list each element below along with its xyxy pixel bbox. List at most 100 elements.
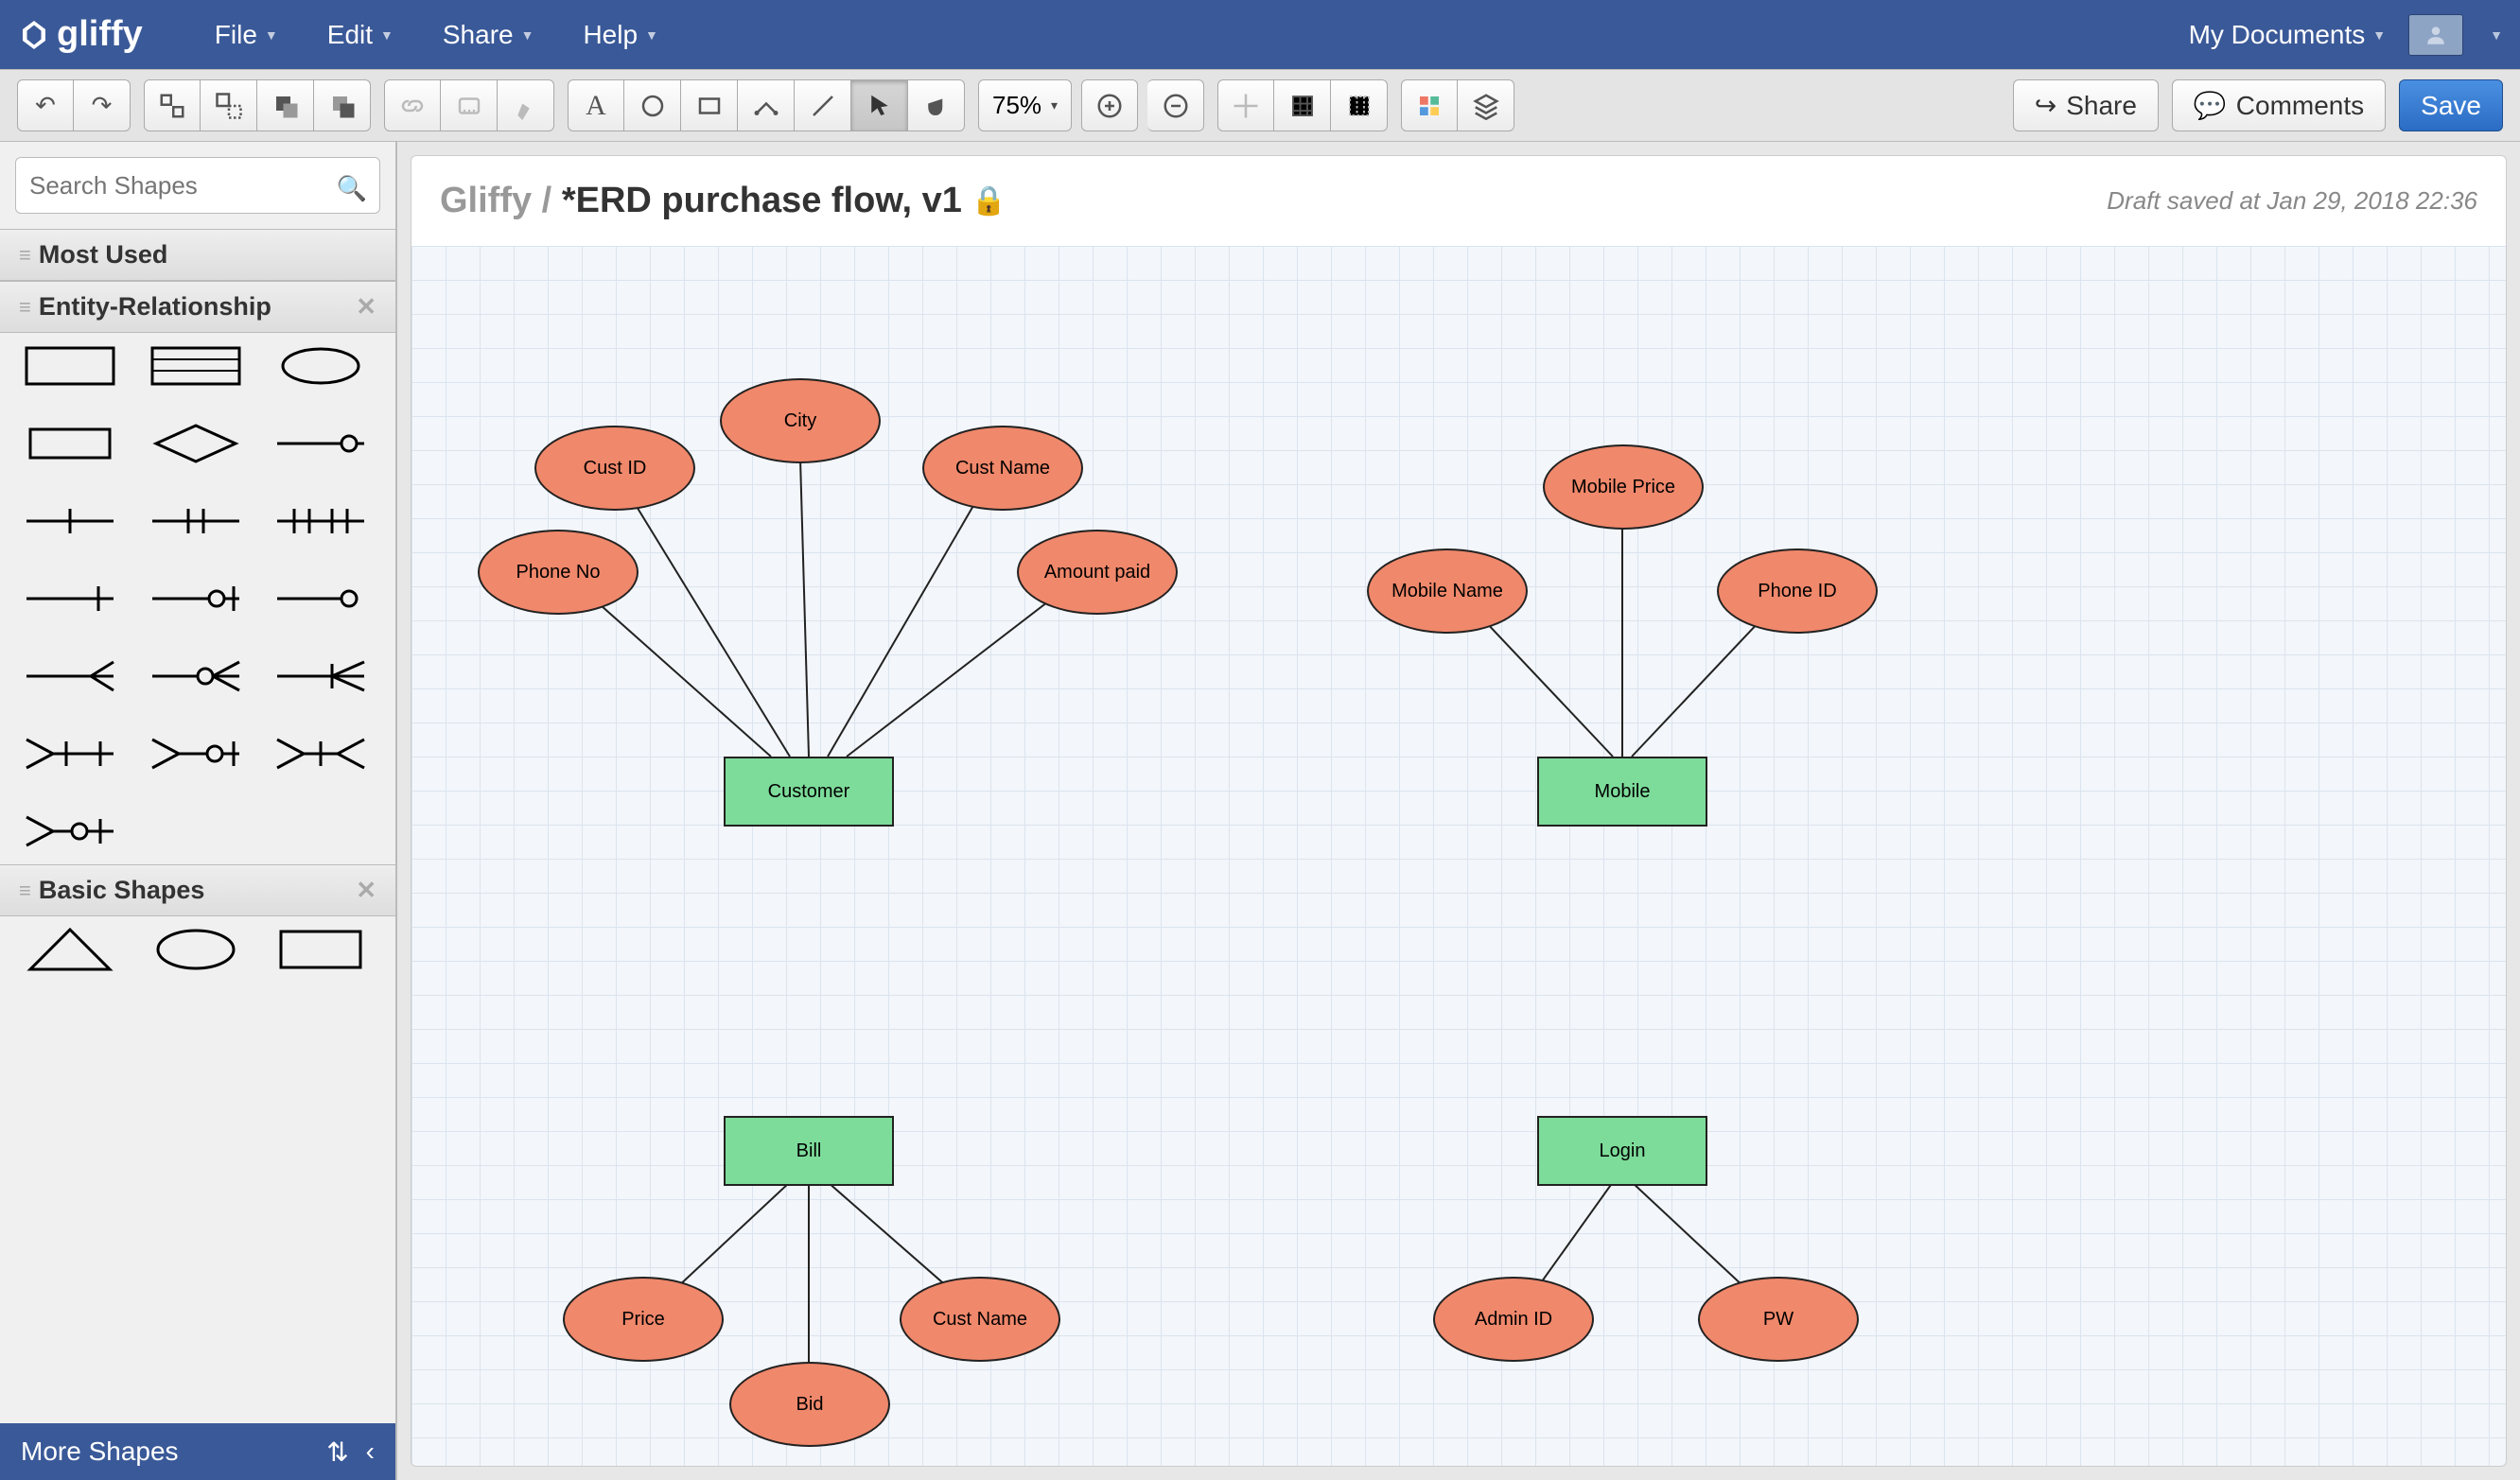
attr-price[interactable]: Price bbox=[563, 1277, 724, 1362]
attr-cust-id[interactable]: Cust ID bbox=[534, 426, 695, 511]
shape-entity[interactable] bbox=[25, 342, 115, 390]
attr-cust-name-2[interactable]: Cust Name bbox=[900, 1277, 1060, 1362]
my-documents[interactable]: My Documents▼ bbox=[2189, 20, 2387, 50]
avatar-icon bbox=[2424, 23, 2448, 47]
attr-amount-paid[interactable]: Amount paid bbox=[1017, 530, 1178, 615]
line-icon bbox=[809, 92, 837, 120]
menu-help[interactable]: Help▼ bbox=[583, 20, 657, 50]
collapse-sidebar-icon[interactable]: ‹ bbox=[366, 1436, 375, 1468]
shape-relationship[interactable] bbox=[150, 420, 241, 467]
grid-button[interactable] bbox=[1274, 79, 1331, 131]
save-button[interactable]: Save bbox=[2399, 79, 2503, 131]
guides-button[interactable] bbox=[1331, 79, 1388, 131]
send-back-button[interactable] bbox=[257, 79, 314, 131]
pointer-icon bbox=[866, 92, 894, 120]
shape-conn-crow-o-one[interactable] bbox=[25, 808, 115, 855]
zoom-in-button[interactable] bbox=[1081, 79, 1138, 131]
connector-icon bbox=[752, 92, 780, 120]
shape-weak-entity[interactable] bbox=[25, 420, 115, 467]
more-shapes-link[interactable]: More Shapes bbox=[21, 1436, 179, 1467]
theme-icon bbox=[1415, 92, 1444, 120]
shape-conn-plus[interactable] bbox=[25, 575, 115, 622]
shape-conn-zero[interactable] bbox=[275, 575, 366, 622]
document-title[interactable]: *ERD purchase flow, v1 bbox=[562, 181, 962, 220]
group-button[interactable] bbox=[144, 79, 201, 131]
chevron-down-icon: ▼ bbox=[645, 27, 658, 43]
attr-city[interactable]: City bbox=[720, 378, 881, 463]
panel-most-used[interactable]: ≡ Most Used bbox=[0, 229, 395, 281]
rect-tool-button[interactable] bbox=[681, 79, 738, 131]
chevron-down-icon: ▼ bbox=[521, 27, 534, 43]
shape-conn-o-one[interactable] bbox=[150, 575, 241, 622]
undo-button[interactable]: ↶ bbox=[17, 79, 74, 131]
ungroup-button[interactable] bbox=[201, 79, 257, 131]
rect-icon bbox=[695, 92, 724, 120]
snap-icon bbox=[1232, 92, 1260, 120]
entity-customer[interactable]: Customer bbox=[724, 757, 894, 827]
shape-conn-one-one[interactable] bbox=[150, 497, 241, 545]
grip-icon: ≡ bbox=[19, 879, 27, 903]
menu-file[interactable]: File▼ bbox=[215, 20, 278, 50]
collapse-icon[interactable]: ⇅ bbox=[326, 1436, 348, 1468]
panel-basic-shapes[interactable]: ≡ Basic Shapes ✕ bbox=[0, 864, 395, 916]
attr-pw[interactable]: PW bbox=[1698, 1277, 1859, 1362]
user-avatar[interactable] bbox=[2408, 14, 2463, 56]
hand-icon bbox=[922, 92, 951, 120]
menu-edit[interactable]: Edit▼ bbox=[327, 20, 394, 50]
main-content: 🔍 ≡ Most Used ≡ Entity-Relationship ✕ bbox=[0, 142, 2520, 1480]
shape-conn-one[interactable] bbox=[25, 497, 115, 545]
clear-format-button[interactable] bbox=[498, 79, 554, 131]
popup-button[interactable] bbox=[441, 79, 498, 131]
shape-conn-o-crow-l[interactable] bbox=[150, 730, 241, 777]
attr-admin-id[interactable]: Admin ID bbox=[1433, 1277, 1594, 1362]
entity-mobile[interactable]: Mobile bbox=[1537, 757, 1707, 827]
text-tool-button[interactable]: A bbox=[568, 79, 624, 131]
pan-tool-button[interactable] bbox=[908, 79, 965, 131]
shape-entity-row[interactable] bbox=[150, 342, 241, 390]
select-tool-button[interactable] bbox=[851, 79, 908, 131]
ellipse-tool-button[interactable] bbox=[624, 79, 681, 131]
canvas-header: Gliffy / *ERD purchase flow, v1 🔒 Draft … bbox=[411, 155, 2507, 246]
shape-ellipse[interactable] bbox=[150, 926, 241, 973]
attr-phone-no[interactable]: Phone No bbox=[478, 530, 639, 615]
gliffy-logo-icon bbox=[17, 18, 51, 52]
entity-bill[interactable]: Bill bbox=[724, 1116, 894, 1186]
redo-button[interactable]: ↷ bbox=[74, 79, 131, 131]
menu-share[interactable]: Share▼ bbox=[443, 20, 534, 50]
shape-conn-many-one[interactable] bbox=[275, 497, 366, 545]
group-icon bbox=[158, 92, 186, 120]
attr-cust-name[interactable]: Cust Name bbox=[922, 426, 1083, 511]
shape-attribute[interactable] bbox=[275, 342, 366, 390]
theme-button[interactable] bbox=[1401, 79, 1458, 131]
entity-login[interactable]: Login bbox=[1537, 1116, 1707, 1186]
zoom-out-button[interactable] bbox=[1147, 79, 1204, 131]
link-button[interactable] bbox=[384, 79, 441, 131]
close-icon[interactable]: ✕ bbox=[356, 292, 376, 322]
attr-bid[interactable]: Bid bbox=[729, 1362, 890, 1447]
shape-conn-crow-o[interactable] bbox=[150, 653, 241, 700]
attr-mobile-price[interactable]: Mobile Price bbox=[1543, 444, 1704, 530]
search-input[interactable] bbox=[15, 157, 380, 214]
shape-conn-oo[interactable] bbox=[275, 420, 366, 467]
shape-conn-crow[interactable] bbox=[25, 653, 115, 700]
canvas[interactable]: Customer Phone No Cust ID City Cust Name… bbox=[411, 246, 2507, 1467]
comments-button[interactable]: 💬Comments bbox=[2172, 79, 2386, 131]
shape-conn-one-crow-l[interactable] bbox=[25, 730, 115, 777]
shape-conn-crow-crow[interactable] bbox=[275, 730, 366, 777]
attr-mobile-name[interactable]: Mobile Name bbox=[1367, 548, 1528, 634]
snap-button[interactable] bbox=[1217, 79, 1274, 131]
clear-format-icon bbox=[512, 92, 540, 120]
shape-conn-crow-one[interactable] bbox=[275, 653, 366, 700]
zoom-select[interactable]: 75%▾ bbox=[978, 79, 1072, 131]
ungroup-icon bbox=[215, 92, 243, 120]
shape-rectangle[interactable] bbox=[275, 926, 366, 973]
share-button[interactable]: ↪Share bbox=[2013, 79, 2159, 131]
line-tool-button[interactable] bbox=[795, 79, 851, 131]
panel-entity-relationship[interactable]: ≡ Entity-Relationship ✕ bbox=[0, 281, 395, 333]
bring-front-button[interactable] bbox=[314, 79, 371, 131]
attr-phone-id[interactable]: Phone ID bbox=[1717, 548, 1878, 634]
close-icon[interactable]: ✕ bbox=[356, 876, 376, 905]
shape-triangle[interactable] bbox=[25, 926, 115, 973]
connector-tool-button[interactable] bbox=[738, 79, 795, 131]
layers-button[interactable] bbox=[1458, 79, 1514, 131]
